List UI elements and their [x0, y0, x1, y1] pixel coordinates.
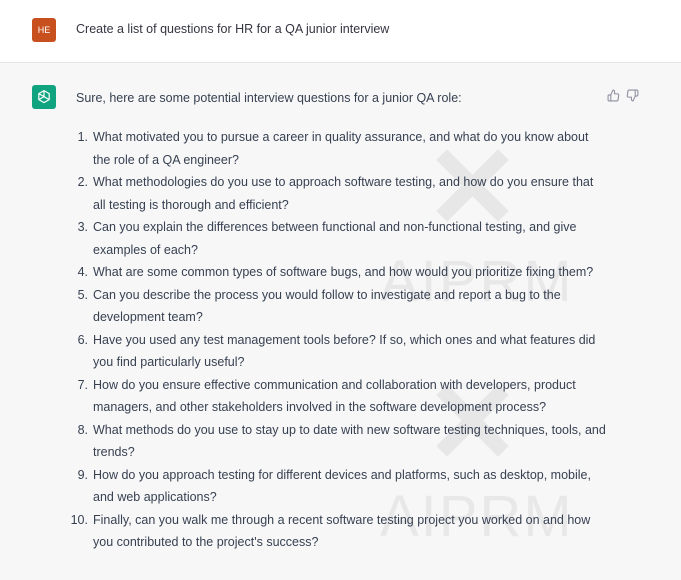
assistant-intro-text: Sure, here are some potential interview …: [76, 91, 462, 105]
feedback-buttons: [607, 89, 639, 102]
question-number: 6.: [77, 332, 88, 347]
assistant-message-row: AIPRM AIPRM Sure, here are some potentia…: [0, 63, 681, 580]
question-text: Can you explain the differences between …: [93, 220, 577, 257]
question-number: 10.: [70, 512, 88, 527]
question-number: 1.: [77, 130, 88, 144]
question-item: 10. Finally, can you walk me through a re…: [66, 509, 606, 554]
question-item: 5. Can you describe the process you would…: [66, 284, 606, 329]
openai-logo-icon: [38, 90, 50, 104]
user-message-row: HE Create a list of questions for HR for…: [0, 0, 681, 63]
question-number: 8.: [77, 422, 88, 437]
question-item: 7. How do you ensure effective communicat…: [66, 374, 606, 419]
thumbs-up-icon[interactable]: [607, 89, 620, 102]
assistant-avatar: [32, 85, 56, 109]
question-text: What methodologies do you use to approac…: [93, 175, 594, 212]
question-text: What are some common types of software b…: [93, 265, 594, 279]
question-text: Can you describe the process you would f…: [93, 287, 561, 325]
question-text: Finally, can you walk me through a recen…: [93, 512, 591, 550]
question-text: How do you approach testing for differen…: [93, 467, 591, 505]
question-number: 5.: [77, 287, 88, 302]
user-avatar: HE: [32, 18, 56, 42]
question-text: Have you used any test management tools …: [93, 332, 596, 370]
question-item: 2. What methodologies do you use to appro…: [66, 171, 606, 216]
question-item: 9. How do you approach testing for differ…: [66, 464, 606, 509]
question-item: 8. What methods do you use to stay up to …: [66, 419, 606, 464]
questions-list: 1. What motivated you to pursue a career …: [66, 126, 606, 554]
question-number: 4.: [77, 265, 88, 279]
user-message-text: Create a list of questions for HR for a …: [76, 22, 390, 36]
question-text: How do you ensure effective communicatio…: [93, 377, 576, 415]
question-number: 3.: [77, 220, 88, 234]
question-item: 1. What motivated you to pursue a career …: [66, 126, 606, 171]
question-number: 7.: [77, 377, 88, 392]
question-item: 6. Have you used any test management tool…: [66, 329, 606, 374]
thumbs-down-icon[interactable]: [626, 89, 639, 102]
question-item: 3. Can you explain the differences betwee…: [66, 216, 606, 261]
question-text: What methods do you use to stay up to da…: [93, 422, 606, 460]
question-number: 2.: [77, 175, 88, 189]
question-item: 4. What are some common types of software…: [66, 261, 606, 284]
question-text: What motivated you to pursue a career in…: [93, 130, 589, 167]
question-number: 9.: [77, 467, 88, 482]
